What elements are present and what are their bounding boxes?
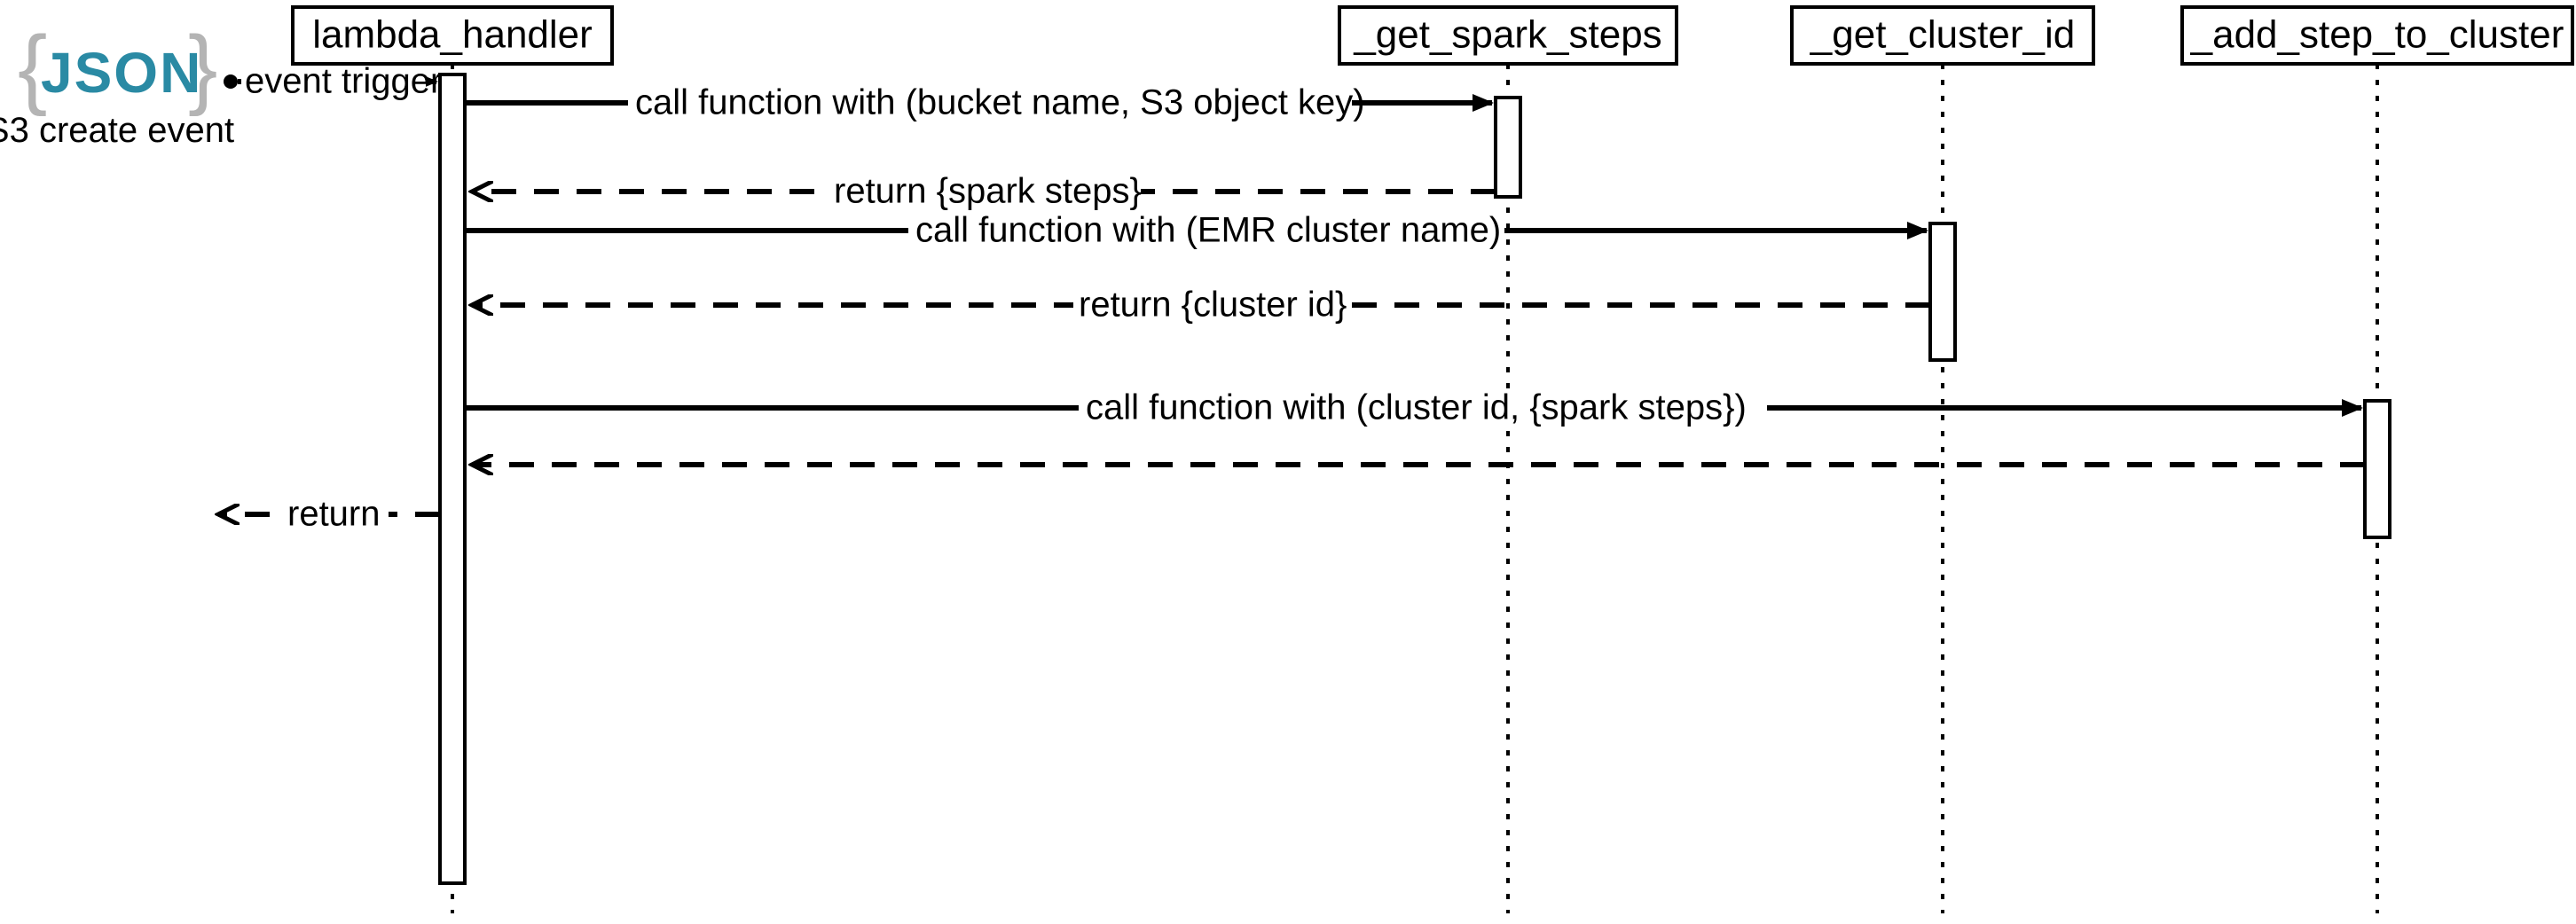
message-label: call function with (EMR cluster name) — [915, 211, 1501, 250]
activation-add-step-to-cluster — [2365, 401, 2390, 537]
message-return-spark-steps: return {spark steps} — [472, 172, 1496, 211]
participant-label: _add_step_to_cluster — [2190, 13, 2564, 57]
participant-get-spark-steps: _get_spark_steps — [1339, 7, 1677, 64]
json-logo-text: JSON — [41, 41, 202, 105]
message-label: call function with (cluster id, {spark s… — [1086, 388, 1747, 427]
participant-lambda-handler: lambda_handler — [293, 7, 612, 64]
actor-caption: S3 create event — [0, 111, 234, 150]
message-event-trigger: event trigger — [224, 62, 442, 101]
participant-label: _get_spark_steps — [1353, 13, 1661, 57]
activation-get-cluster-id — [1930, 223, 1955, 360]
participant-get-cluster-id: _get_cluster_id — [1792, 7, 2093, 64]
message-label: event trigger — [245, 62, 442, 101]
brace-right-icon: } — [188, 18, 217, 117]
json-actor: { JSON } S3 create event — [0, 18, 234, 150]
message-final-return: return — [218, 495, 440, 534]
participant-label: _get_cluster_id — [1810, 13, 2075, 57]
sequence-diagram: { JSON } S3 create event lambda_handler … — [0, 0, 2576, 924]
message-label: return — [287, 495, 381, 534]
found-start-dot-icon — [224, 74, 238, 89]
message-label: call function with (bucket name, S3 obje… — [635, 83, 1365, 122]
message-call-get-spark-steps: call function with (bucket name, S3 obje… — [465, 83, 1492, 122]
participant-label: lambda_handler — [312, 13, 593, 57]
message-label: return {spark steps} — [834, 172, 1142, 211]
message-call-add-step-to-cluster: call function with (cluster id, {spark s… — [465, 388, 2361, 427]
activation-lambda-handler — [440, 74, 465, 883]
message-return-cluster-id: return {cluster id} — [472, 286, 1930, 325]
message-call-get-cluster-id: call function with (EMR cluster name) — [465, 211, 1927, 250]
message-label: return {cluster id} — [1079, 286, 1347, 325]
activation-get-spark-steps — [1496, 98, 1520, 197]
participant-add-step-to-cluster: _add_step_to_cluster — [2182, 7, 2572, 64]
